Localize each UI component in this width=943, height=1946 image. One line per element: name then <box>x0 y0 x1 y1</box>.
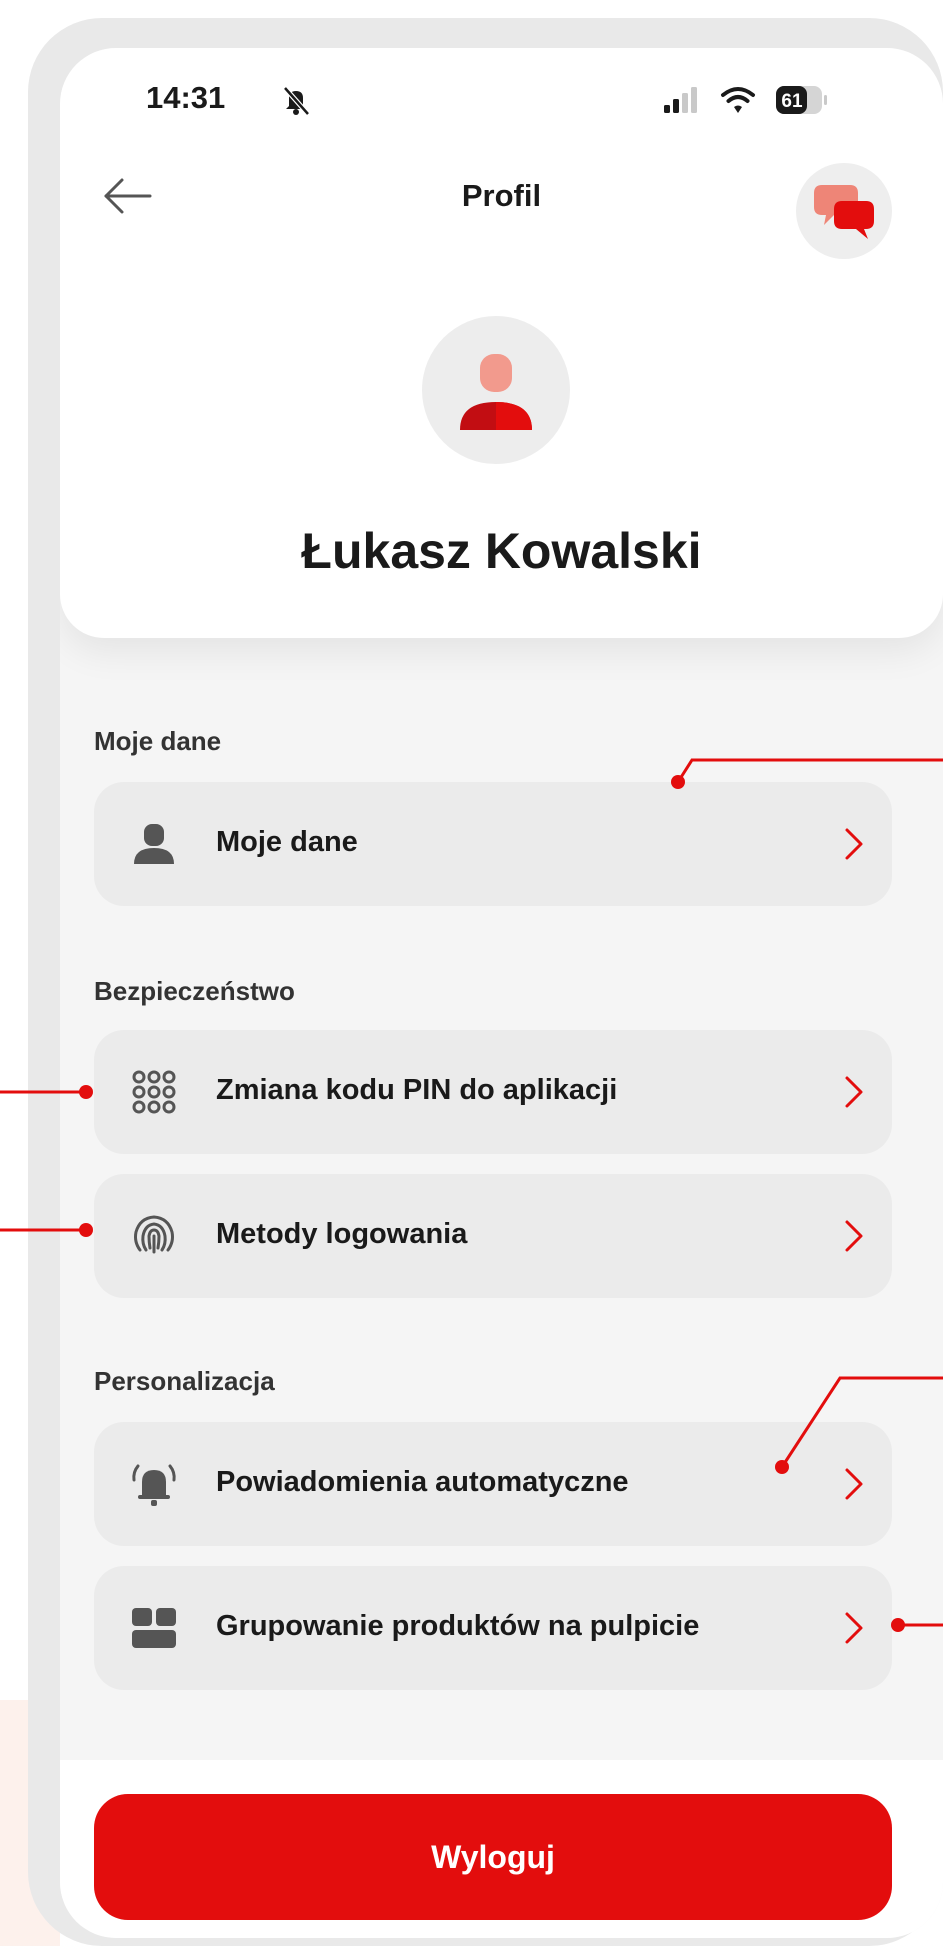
callout-notifications <box>780 1376 943 1468</box>
callout-dot <box>891 1618 905 1632</box>
callout-my-data <box>676 758 943 783</box>
callout-dot <box>79 1223 93 1237</box>
callout-dot <box>775 1460 789 1474</box>
annotation-callouts <box>0 758 943 1632</box>
callout-dot <box>79 1085 93 1099</box>
callout-dot <box>671 775 685 789</box>
